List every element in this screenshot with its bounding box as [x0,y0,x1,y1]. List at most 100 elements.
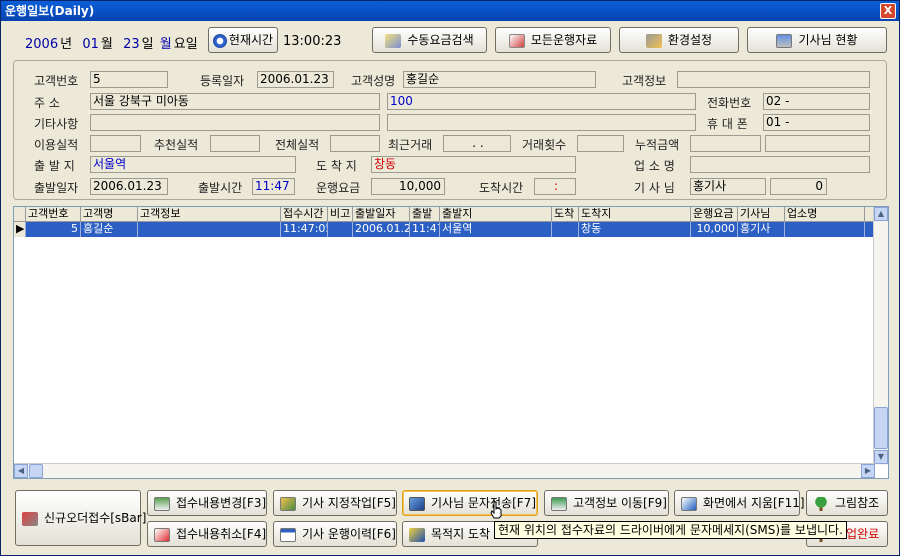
table-row[interactable]: ▶5홍길순 11:47:05 2006.01.2311:47서울역 창동10,000홍… [14,222,875,237]
grid-column-header[interactable]: 출발일자 [353,207,410,222]
table-cell[interactable] [328,222,353,237]
assign-driver-label: 기사 지정작업[F5] [302,496,396,510]
customer-name-field[interactable]: 홍길순 [403,71,596,88]
driver-history-button[interactable]: 기사 운행이력[F6] [273,521,397,547]
scroll-left-arrow-icon[interactable]: ◀ [14,464,28,478]
current-time-button[interactable]: 현재시간 [208,27,278,53]
calendar-icon [280,527,296,542]
settings-button[interactable]: 환경설정 [619,27,739,53]
customer-no-field[interactable]: 5 [90,71,168,88]
dep-date-field[interactable]: 2006.01.23 [90,178,168,195]
row-indicator-icon: ▶ [14,222,26,237]
usage-field[interactable] [90,135,141,152]
cancel-order-button[interactable]: 접수내용취소[F4] [147,521,267,547]
count-label: 거래횟수 [522,138,567,152]
accum-field-2[interactable] [765,135,870,152]
driver-history-label: 기사 운행이력[F6] [302,527,396,541]
assign-icon [280,496,296,511]
grid-column-header[interactable]: 업소명 [785,207,865,222]
change-order-label: 접수내용변경[F3] [176,496,267,510]
phone-field[interactable]: 02 - [763,93,870,110]
usage-label: 이용실적 [34,138,79,152]
table-cell[interactable] [785,222,865,237]
grid-column-header[interactable]: 출발 [410,207,440,222]
close-button[interactable]: X [880,3,896,19]
grid-column-header[interactable]: 기사님 [738,207,785,222]
picture-reference-button[interactable]: 그림참조 [806,490,888,516]
address-detail-field[interactable]: 100 [387,93,696,110]
grid-column-header[interactable]: 고객명 [81,207,138,222]
current-time-label: 현재시간 [228,33,274,47]
grid-column-header[interactable]: 운행요금 [691,207,738,222]
grid-column-header[interactable]: 도착지 [579,207,691,222]
customer-info-field[interactable] [677,71,870,88]
reg-date-field[interactable]: 2006.01.23 [257,71,334,88]
accum-field[interactable] [690,135,761,152]
etc-label: 기타사항 [34,117,79,131]
dep-time-field[interactable]: 11:47 [252,178,295,195]
scroll-right-arrow-icon[interactable]: ▶ [861,464,875,478]
title-bar: 운행일보(Daily) X [1,1,899,21]
horizontal-scrollbar[interactable]: ◀ ▶ [14,463,875,478]
business-field[interactable] [690,156,870,173]
scroll-up-arrow-icon[interactable]: ▲ [874,207,888,221]
orders-grid: 고객번호 고객명 고객정보 접수시간 비고 출발일자 출발 출발지 도착 도착지 운행요금 기사님 업소… [13,206,889,479]
grid-column-header[interactable]: 도착 [552,207,579,222]
fare-field[interactable]: 10,000 [371,178,445,195]
arrival-field[interactable]: 창동 [371,156,576,173]
total-field[interactable] [330,135,380,152]
recent-field[interactable]: . . [443,135,511,152]
table-cell[interactable]: 홍길순 [81,222,138,237]
grid-column-header[interactable]: 비고 [328,207,353,222]
departure-field[interactable]: 서울역 [90,156,296,173]
change-order-button[interactable]: 접수내용변경[F3] [147,490,267,516]
table-cell[interactable]: 5 [26,222,81,237]
move-customer-info-button[interactable]: 고객정보 이동[F9] [544,490,669,516]
arr-time-label: 도착시간 [479,181,524,195]
table-cell[interactable] [138,222,281,237]
table-cell[interactable]: 2006.01.23 [353,222,410,237]
horizontal-scroll-thumb[interactable] [29,464,43,478]
hand-cursor-icon [490,501,502,519]
arr-time-field[interactable]: : [534,178,576,195]
grid-column-header[interactable]: 고객정보 [138,207,281,222]
address-label: 주 소 [34,96,60,110]
table-cell[interactable]: 11:47:05 [281,222,328,237]
cancel-order-label: 접수내용취소[F4] [176,527,267,541]
grid-column-header[interactable]: 출발지 [440,207,552,222]
main-window: 운행일보(Daily) X 2006 년 01 월 23 일 월 요일 현재시간 13:… [0,0,900,556]
count-field[interactable] [577,135,624,152]
table-cell[interactable]: 창동 [579,222,691,237]
recommend-field[interactable] [210,135,260,152]
all-trips-button[interactable]: 모든운행자료 [495,27,611,53]
send-sms-button[interactable]: 기사님 문자전송[F7] [402,490,538,516]
table-cell[interactable] [552,222,579,237]
weekday-value: 월 [159,37,172,52]
vertical-scroll-thumb[interactable] [874,407,888,449]
address-field[interactable]: 서울 강북구 미아동 [90,93,380,110]
grid-column-header[interactable]: 접수시간 [281,207,328,222]
assign-driver-button[interactable]: 기사 지정작업[F5] [273,490,397,516]
grid-header: 고객번호 고객명 고객정보 접수시간 비고 출발일자 출발 출발지 도착 도착지 운행요금 기사님 업소… [14,207,875,222]
table-cell[interactable]: 10,000 [691,222,738,237]
month-value: 01 [82,37,99,52]
table-cell[interactable]: 11:47 [410,222,440,237]
table-cell[interactable]: 홍기사 [738,222,785,237]
vertical-scrollbar[interactable]: ▲ ▼ [873,207,888,465]
time-display: 13:00:23 [283,34,342,49]
etc-field[interactable] [90,114,380,131]
drivers-status-button[interactable]: 기사님 현황 [747,27,887,53]
driver-field[interactable]: 홍기사 [690,178,766,195]
grid-column-header[interactable]: 고객번호 [26,207,81,222]
etc-field-2[interactable] [387,114,696,131]
driver-count-field[interactable]: 0 [770,178,827,195]
scroll-down-arrow-icon[interactable]: ▼ [874,450,888,464]
table-cell[interactable]: 서울역 [440,222,552,237]
manual-fare-search-button[interactable]: 수동요금검색 [372,27,487,53]
eraser-icon [681,496,697,511]
window-title: 운행일보(Daily) [5,4,95,18]
mobile-field[interactable]: 01 - [763,114,870,131]
erase-screen-button[interactable]: 화면에서 지움[F11] [674,490,805,516]
customer-no-label: 고객번호 [34,74,79,88]
new-order-button[interactable]: 신규오더접수[sBar] [15,490,146,546]
